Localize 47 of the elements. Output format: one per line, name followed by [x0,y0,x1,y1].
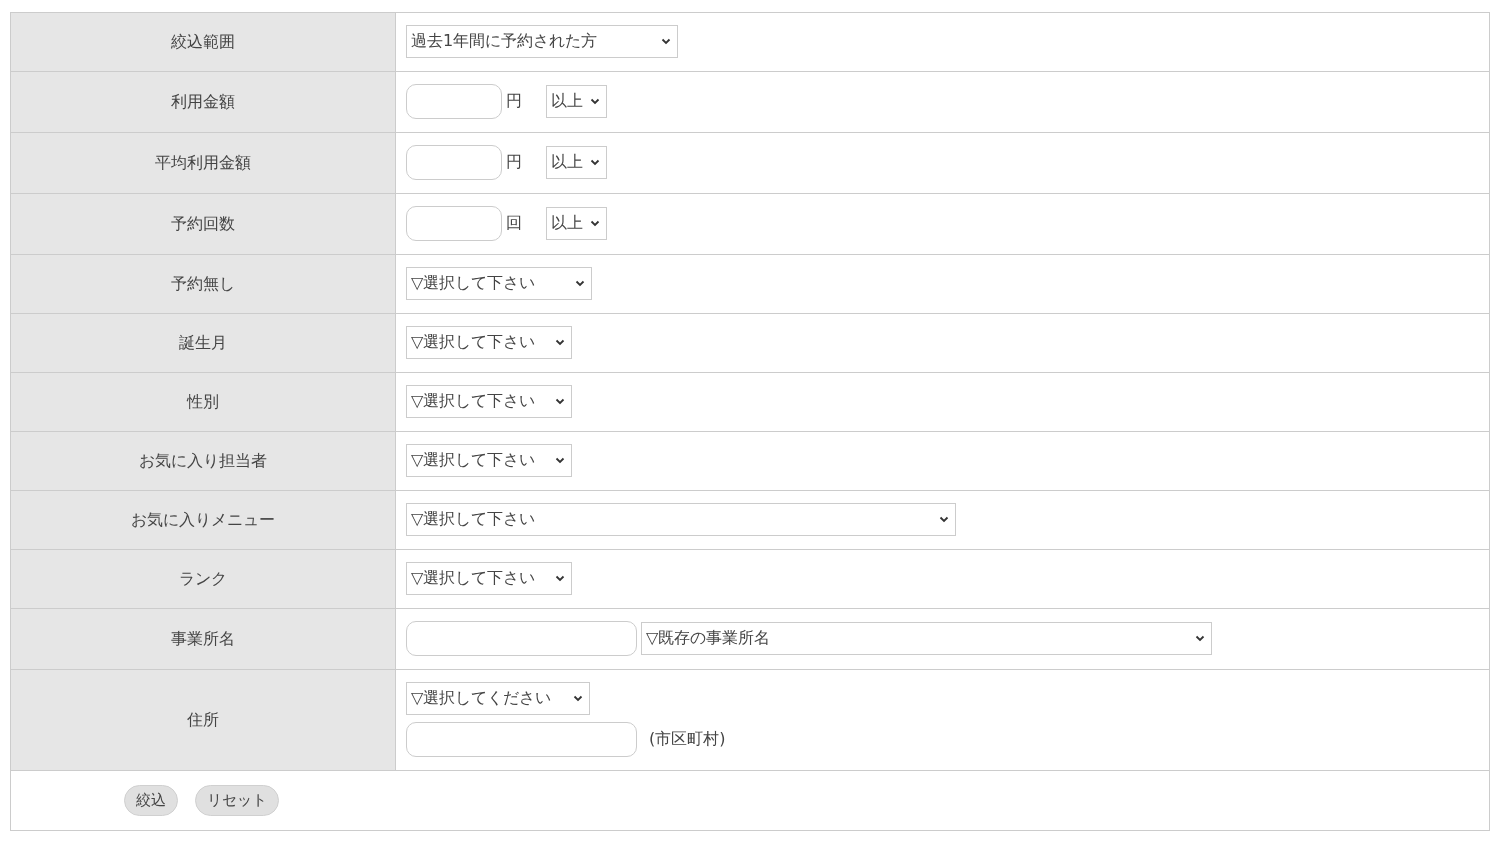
chevron-down-icon [590,98,600,105]
field-label: お気に入り担当者 [11,432,396,490]
form-button[interactable]: 絞込 [124,785,178,816]
dropdown[interactable]: ▽選択してください [406,682,590,715]
dropdown[interactable]: ▽選択して下さい [406,267,592,300]
chevron-down-icon [661,38,671,45]
dropdown[interactable]: ▽選択して下さい [406,444,572,477]
unit-label: 回 [506,213,522,234]
chevron-down-icon [1195,635,1205,642]
form-button[interactable]: リセット [195,785,279,816]
field-label: 予約回数 [11,194,396,254]
chevron-down-icon [573,695,583,702]
dropdown[interactable]: 以上 [546,85,607,118]
unit-label: 円 [506,152,522,173]
field-label: 性別 [11,373,396,431]
field-label: ランク [11,550,396,608]
field-label: お気に入りメニュー [11,491,396,549]
dropdown[interactable]: ▽選択して下さい [406,562,572,595]
dropdown[interactable]: 以上 [546,207,607,240]
field-label: 誕生月 [11,314,396,372]
dropdown[interactable]: ▽選択して下さい [406,326,572,359]
chevron-down-icon [590,159,600,166]
hint-text: (市区町村) [649,729,726,750]
chevron-down-icon [555,398,565,405]
text-field[interactable] [406,722,637,757]
chevron-down-icon [575,280,585,287]
field-label: 絞込範囲 [11,13,396,71]
field-label: 住所 [11,670,396,770]
field-label: 利用金額 [11,72,396,132]
chevron-down-icon [555,339,565,346]
text-field[interactable] [406,84,502,119]
dropdown[interactable]: 過去1年間に予約された方 [406,25,678,58]
text-field[interactable] [406,206,502,241]
unit-label: 円 [506,91,522,112]
chevron-down-icon [555,575,565,582]
field-label: 事業所名 [11,609,396,669]
field-label: 平均利用金額 [11,133,396,193]
text-field[interactable] [406,145,502,180]
dropdown[interactable]: ▽既存の事業所名 [641,622,1212,655]
dropdown[interactable]: ▽選択して下さい [406,385,572,418]
field-label: 予約無し [11,255,396,313]
chevron-down-icon [939,516,949,523]
chevron-down-icon [555,457,565,464]
dropdown[interactable]: ▽選択して下さい [406,503,956,536]
text-field[interactable] [406,621,637,656]
chevron-down-icon [590,220,600,227]
dropdown[interactable]: 以上 [546,146,607,179]
